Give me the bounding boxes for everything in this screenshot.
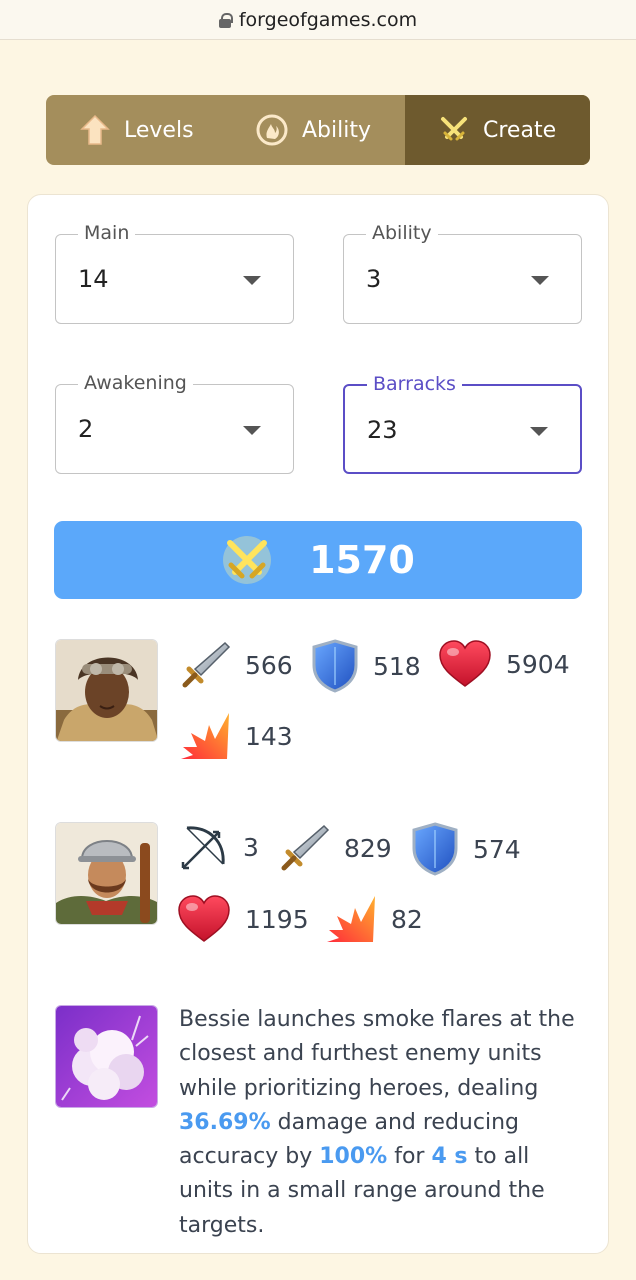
ability-level-select[interactable]: Ability 3: [343, 222, 582, 324]
lock-icon: [218, 13, 233, 28]
ability-accuracy-value: 100%: [319, 1144, 388, 1170]
tab-create-label: Create: [483, 117, 557, 143]
troop-health-value: 1195: [245, 904, 309, 934]
tab-levels-label: Levels: [124, 117, 194, 143]
ability-description: Bessie launches smoke flares at the clos…: [179, 1003, 589, 1243]
troop-damage-value: 82: [391, 904, 423, 934]
chevron-down-icon: [531, 276, 549, 285]
troop-attack-value: 829: [344, 833, 392, 863]
troop-defense-stat: 574: [411, 822, 521, 876]
ability-level-value: 3: [366, 265, 382, 293]
heart-icon: [439, 640, 491, 687]
ability-image: [55, 1005, 158, 1108]
tab-bar: Levels Ability Create: [46, 95, 590, 165]
chevron-down-icon: [530, 427, 548, 436]
shield-icon: [412, 822, 458, 876]
ability-text: for: [387, 1144, 432, 1170]
hero-health-stat: 5904: [438, 639, 570, 689]
hero-portrait: [55, 639, 158, 742]
arrow-up-icon: [80, 114, 110, 145]
tab-create[interactable]: Create: [405, 95, 590, 165]
troop-range-value: 3: [243, 832, 259, 862]
sword-icon: [182, 641, 231, 688]
create-card: Main 14 Ability 3 Awakening 2 Barracks 2…: [27, 194, 609, 1254]
burst-damage-icon: [181, 713, 229, 759]
hero-defense-stat: 518: [311, 639, 421, 693]
sword-icon: [281, 824, 330, 871]
troop-damage-stat: 82: [325, 894, 423, 944]
ability-duration-value: 4 s: [431, 1144, 468, 1170]
address-bar[interactable]: forgeofgames.com: [0, 0, 636, 40]
main-level-select[interactable]: Main 14: [55, 222, 294, 324]
burst-damage-icon: [327, 896, 375, 942]
hero-attack-value: 566: [245, 650, 293, 680]
troop-health-stat: 1195: [177, 894, 309, 944]
chevron-down-icon: [243, 426, 261, 435]
heart-icon: [178, 895, 230, 942]
power-bar: 1570: [54, 521, 582, 599]
ability-flame-icon: [256, 114, 288, 146]
hero-attack-stat: 566: [179, 639, 293, 691]
awakening-select[interactable]: Awakening 2: [55, 372, 294, 474]
tab-ability[interactable]: Ability: [226, 95, 405, 165]
main-level-value: 14: [78, 265, 109, 293]
barracks-value: 23: [367, 416, 398, 444]
ability-level-label: Ability: [366, 222, 438, 244]
url-text: forgeofgames.com: [238, 8, 418, 31]
awakening-label: Awakening: [78, 372, 193, 394]
hero-damage-stat: 143: [179, 711, 293, 761]
shield-icon: [312, 639, 358, 693]
hero-damage-value: 143: [245, 721, 293, 751]
ability-text: Bessie launches smoke flares at the clos…: [179, 1007, 575, 1101]
main-level-label: Main: [78, 222, 136, 244]
troop-range-stat: 3: [179, 822, 259, 872]
barracks-select[interactable]: Barracks 23: [343, 373, 582, 474]
tab-levels[interactable]: Levels: [46, 95, 226, 165]
ability-damage-value: 36.69%: [179, 1109, 271, 1135]
barracks-label: Barracks: [367, 373, 462, 395]
troop-portrait: [55, 822, 158, 925]
chevron-down-icon: [243, 276, 261, 285]
power-value: 1570: [309, 538, 415, 582]
troop-defense-value: 574: [473, 834, 521, 864]
awakening-value: 2: [78, 415, 94, 443]
hero-health-value: 5904: [506, 649, 570, 679]
crossed-swords-icon: [223, 536, 272, 584]
hero-defense-value: 518: [373, 651, 421, 681]
tab-ability-label: Ability: [302, 117, 371, 143]
crossed-swords-icon: [441, 117, 467, 141]
troop-attack-stat: 829: [278, 822, 392, 874]
bow-icon: [181, 826, 225, 870]
